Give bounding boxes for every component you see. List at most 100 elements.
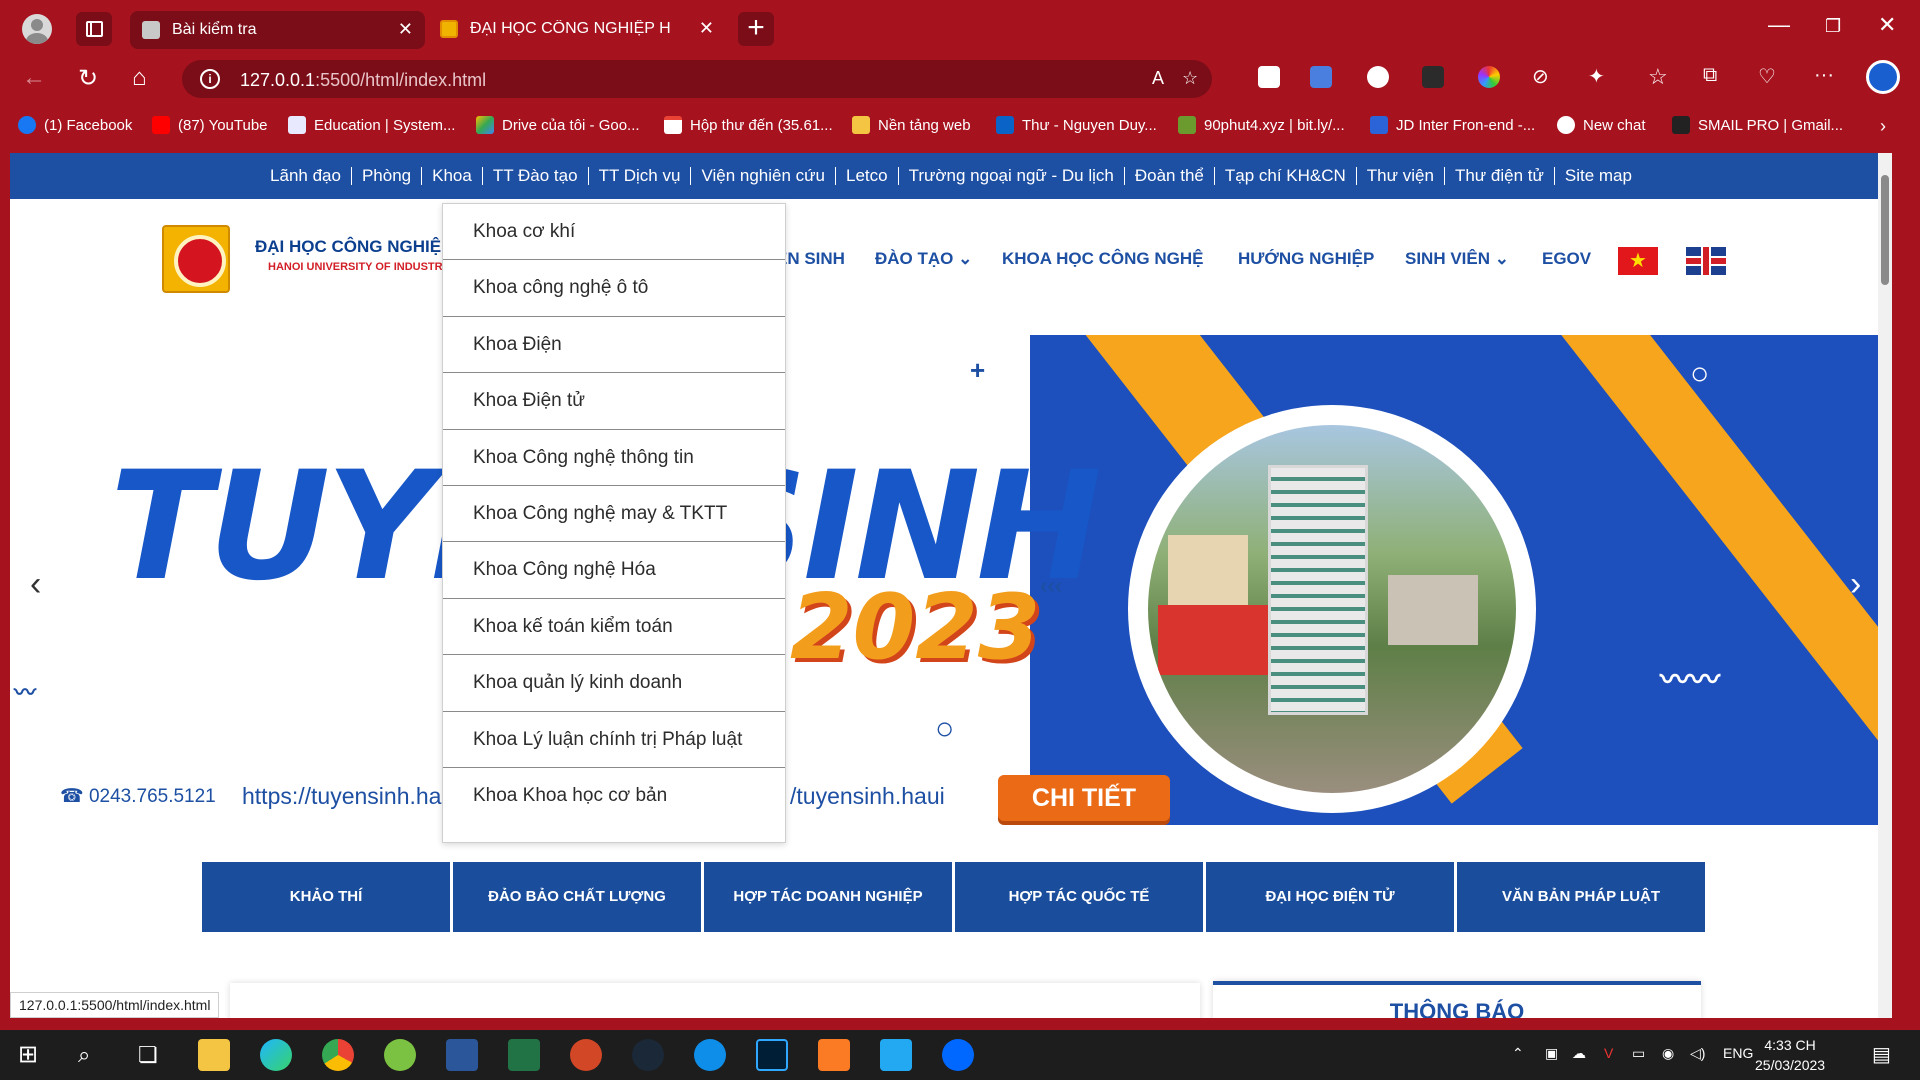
- close-tab-icon[interactable]: ✕: [699, 18, 714, 39]
- nav-huong-nghiep[interactable]: HƯỚNG NGHIỆP: [1238, 249, 1374, 269]
- scrollbar-thumb[interactable]: [1881, 175, 1889, 285]
- topnav-thu-vien[interactable]: Thư viện: [1355, 167, 1444, 185]
- extension-b-icon[interactable]: [1258, 66, 1280, 88]
- bookmark-jd[interactable]: JD Inter Fron-end -...: [1370, 116, 1535, 134]
- quicklink-khao-thi[interactable]: KHẢO THÍ: [202, 862, 450, 932]
- performance-icon[interactable]: ♡: [1758, 64, 1776, 89]
- bing-copilot-icon[interactable]: [1866, 60, 1900, 94]
- close-window-icon[interactable]: ✕: [1878, 12, 1896, 38]
- add-favorite-icon[interactable]: ☆: [1182, 68, 1198, 89]
- nav-sinh-vien[interactable]: SINH VIÊN ⌄: [1405, 249, 1509, 269]
- powerpoint-icon[interactable]: [570, 1039, 602, 1071]
- nav-egov[interactable]: EGOV: [1542, 249, 1591, 269]
- bookmark-outlook[interactable]: Thư - Nguyen Duy...: [996, 116, 1157, 134]
- detail-button[interactable]: CHI TIẾT: [998, 775, 1170, 821]
- back-icon[interactable]: ←: [22, 64, 46, 92]
- carousel-prev-icon[interactable]: ‹: [30, 565, 41, 604]
- bookmarks-more-icon[interactable]: ›: [1880, 116, 1886, 137]
- dropdown-item[interactable]: Khoa Điện: [443, 317, 785, 374]
- topnav-vien-nghien-cuu[interactable]: Viện nghiên cứu: [690, 167, 835, 185]
- new-tab-button[interactable]: +: [738, 12, 774, 46]
- bookmark-smail[interactable]: SMAIL PRO | Gmail...: [1672, 116, 1843, 134]
- dropdown-item[interactable]: Khoa cơ khí: [443, 204, 785, 261]
- topnav-phong[interactable]: Phòng: [350, 167, 421, 185]
- windows-start-icon[interactable]: ⊞: [18, 1040, 38, 1069]
- bookmark-gmail[interactable]: Hộp thư đến (35.61...: [664, 116, 833, 134]
- address-bar[interactable]: i 127.0.0.1:5500/html/index.html A ☆: [182, 60, 1212, 98]
- color-extension-icon[interactable]: [1367, 66, 1389, 88]
- compass-icon[interactable]: ⊘: [1532, 64, 1549, 89]
- topnav-tap-chi[interactable]: Tạp chí KH&CN: [1213, 167, 1356, 185]
- camera-icon[interactable]: ▣: [1545, 1045, 1558, 1062]
- topnav-lanh-dao[interactable]: Lãnh đạo: [260, 167, 351, 185]
- dropdown-item[interactable]: Khoa Lý luận chính trị Pháp luật: [443, 712, 785, 768]
- edge-dev-icon[interactable]: [260, 1039, 292, 1071]
- topnav-tt-dao-tao[interactable]: TT Đào tạo: [481, 167, 588, 185]
- dropdown-item[interactable]: Khoa công nghệ ô tô: [443, 260, 785, 317]
- task-view-icon[interactable]: ❏: [138, 1042, 158, 1068]
- dropdown-item[interactable]: Khoa Công nghệ thông tin: [443, 430, 785, 486]
- bookmark-youtube[interactable]: (87) YouTube: [152, 116, 268, 134]
- teamviewer-icon[interactable]: [694, 1039, 726, 1071]
- read-aloud-icon[interactable]: A: [1152, 68, 1164, 89]
- chrome-icon[interactable]: [322, 1039, 354, 1071]
- zalo-icon[interactable]: [942, 1039, 974, 1071]
- topnav-letco[interactable]: Letco: [835, 167, 898, 185]
- restore-icon[interactable]: ❐: [1825, 16, 1841, 37]
- topnav-khoa[interactable]: Khoa: [421, 167, 482, 185]
- dropdown-item[interactable]: Khoa Khoa học cơ bản: [443, 768, 785, 824]
- bookmark-facebook[interactable]: (1) Facebook: [18, 116, 132, 134]
- extensions-icon[interactable]: ✦: [1588, 64, 1605, 89]
- quicklink-dam-bao-chat-luong[interactable]: ĐẢO BẢO CHẤT LƯỢNG: [453, 862, 701, 932]
- dropdown-item[interactable]: Khoa quản lý kinh doanh: [443, 655, 785, 712]
- topnav-thu-dien-tu[interactable]: Thư điện tử: [1443, 167, 1554, 185]
- language-indicator[interactable]: ENG: [1723, 1045, 1753, 1061]
- collections-icon[interactable]: ⧉: [1703, 64, 1717, 87]
- dropdown-item[interactable]: Khoa Công nghệ may & TKTT: [443, 486, 785, 543]
- home-icon[interactable]: ⌂: [132, 64, 147, 92]
- nav-dao-tao[interactable]: ĐÀO TẠO ⌄: [875, 249, 972, 269]
- more-menu-icon[interactable]: ···: [1814, 64, 1834, 87]
- topnav-truong-ngoai-ngu[interactable]: Trường ngoại ngữ - Du lịch: [897, 167, 1124, 185]
- bookmark-education[interactable]: Education | System...: [288, 116, 455, 134]
- volume-icon[interactable]: ◁): [1690, 1045, 1705, 1062]
- tab-actions-button[interactable]: [76, 12, 112, 46]
- uk-flag-icon[interactable]: [1686, 247, 1726, 275]
- tray-chevron-icon[interactable]: ⌃: [1512, 1045, 1524, 1062]
- bookmark-new-chat[interactable]: New chat: [1557, 116, 1646, 134]
- quicklink-hop-tac-doanh-nghiep[interactable]: HỢP TÁC DOANH NGHIỆP: [704, 862, 952, 932]
- minimize-icon[interactable]: —: [1768, 12, 1790, 38]
- xampp-icon[interactable]: [818, 1039, 850, 1071]
- favorites-icon[interactable]: ☆: [1648, 64, 1668, 90]
- vietkey-icon[interactable]: V: [1604, 1045, 1613, 1061]
- battery-icon[interactable]: ▭: [1632, 1045, 1645, 1062]
- address-url[interactable]: 127.0.0.1:5500/html/index.html: [240, 70, 486, 91]
- bookmark-drive[interactable]: Drive của tôi - Goo...: [476, 116, 640, 134]
- tab-haui[interactable]: ĐẠI HỌC CÔNG NGHIỆP HÀ NỘI ✕: [428, 10, 726, 50]
- nav-tuyen-sinh[interactable]: EN SINH: [776, 249, 845, 269]
- file-explorer-icon[interactable]: [198, 1039, 230, 1071]
- quicklink-van-ban-phap-luat[interactable]: VĂN BẢN PHÁP LUẬT: [1457, 862, 1705, 932]
- dropdown-item[interactable]: Khoa kế toán kiểm toán: [443, 599, 785, 656]
- photoshop-icon[interactable]: [756, 1039, 788, 1071]
- tab-bai-kiem-tra[interactable]: Bài kiểm tra ✕: [130, 11, 425, 49]
- steam-icon[interactable]: [632, 1039, 664, 1071]
- topnav-tt-dich-vu[interactable]: TT Dịch vụ: [587, 167, 691, 185]
- colorpicker-extension-icon[interactable]: [1478, 66, 1500, 88]
- vscode-icon[interactable]: [880, 1039, 912, 1071]
- translate-extension-icon[interactable]: [1310, 66, 1332, 88]
- onedrive-icon[interactable]: ☁: [1572, 1045, 1586, 1062]
- quicklink-hop-tac-quoc-te[interactable]: HỢP TÁC QUỐC TẾ: [955, 862, 1203, 932]
- dropdown-item[interactable]: Khoa Công nghệ Hóa: [443, 542, 785, 599]
- quicklink-dai-hoc-dien-tu[interactable]: ĐẠI HỌC ĐIỆN TỬ: [1206, 862, 1454, 932]
- nav-khcn[interactable]: KHOA HỌC CÔNG NGHỆ: [1002, 249, 1204, 269]
- profile-avatar-icon[interactable]: [22, 14, 52, 44]
- carousel-next-icon[interactable]: ›: [1850, 565, 1861, 604]
- clock[interactable]: 4:33 CH 25/03/2023: [1755, 1035, 1825, 1075]
- notifications-icon[interactable]: ▤: [1872, 1042, 1891, 1067]
- excel-icon[interactable]: [508, 1039, 540, 1071]
- dropdown-item[interactable]: Khoa Điện tử: [443, 373, 785, 430]
- topnav-doan-the[interactable]: Đoàn thể: [1123, 167, 1214, 185]
- search-icon[interactable]: ⌕: [78, 1042, 90, 1068]
- site-info-icon[interactable]: i: [200, 69, 220, 89]
